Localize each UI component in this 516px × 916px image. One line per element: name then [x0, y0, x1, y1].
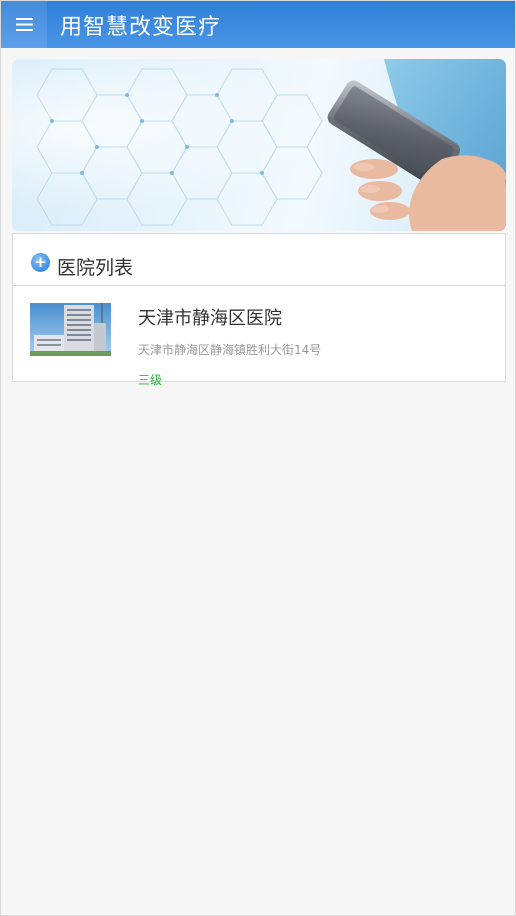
hospital-list-header: + 医院列表: [13, 234, 505, 286]
hospital-address: 天津市静海区静海镇胜利大街14号: [138, 343, 322, 357]
plus-circle-icon: +: [31, 253, 50, 272]
hospital-info: 天津市静海区医院 天津市静海区静海镇胜利大街14号 三级: [138, 303, 322, 387]
hamburger-menu-icon: [15, 18, 33, 31]
hospital-list-title: 医院列表: [57, 257, 134, 279]
menu-button[interactable]: [1, 1, 47, 48]
page-title: 用智慧改变医疗: [60, 14, 222, 40]
top-bar: 用智慧改变医疗: [1, 1, 515, 48]
hospital-list-card: + 医院列表 天津市静海区医院 天津市静海区静海镇胜利大街14号 三级: [12, 233, 506, 387]
banner-image: [12, 59, 506, 231]
hospital-list-item[interactable]: 天津市静海区医院 天津市静海区静海镇胜利大街14号 三级: [13, 286, 505, 387]
hospital-thumbnail: [30, 303, 111, 356]
hospital-level: 三级: [138, 373, 163, 387]
app-screen: 用智慧改变医疗 + 医院列表 天津市静海区医院 天津市静海区静海镇胜利大街14号…: [0, 0, 516, 916]
hospital-name: 天津市静海区医院: [138, 308, 282, 329]
